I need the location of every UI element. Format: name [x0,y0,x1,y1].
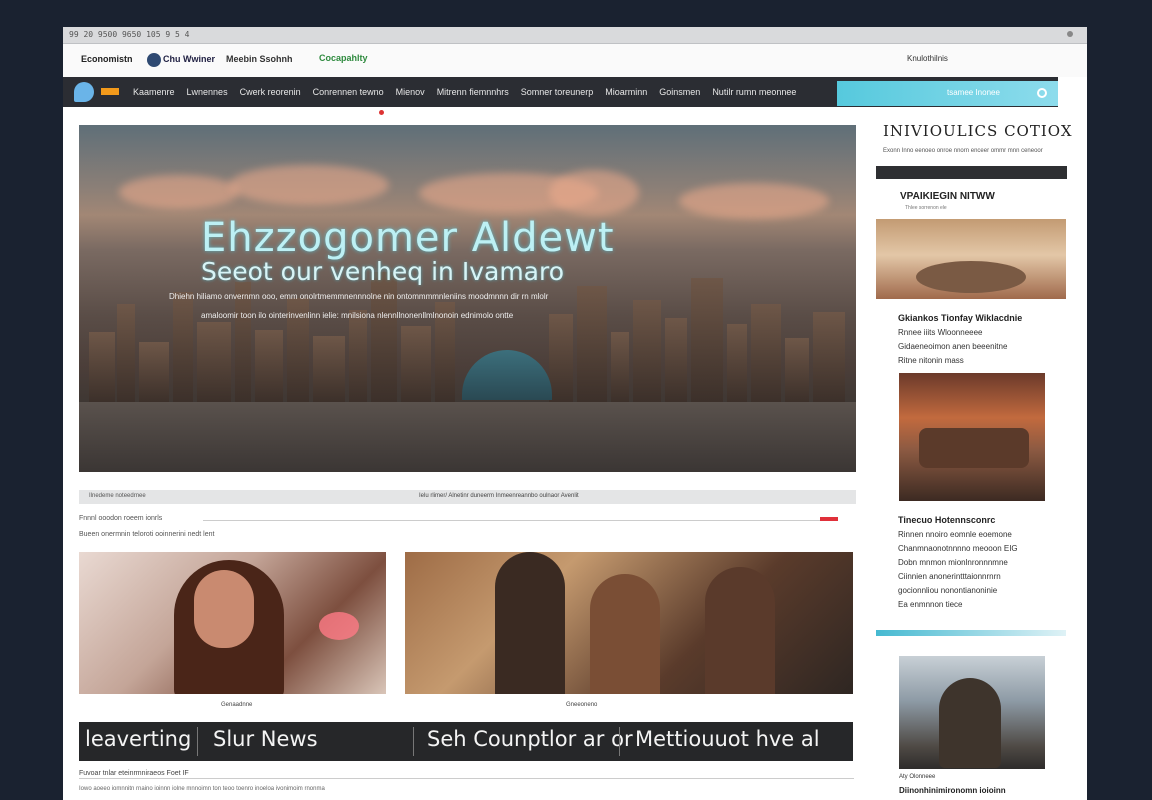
brand-logo-icon[interactable] [147,53,161,67]
hero-cloud [229,165,389,205]
divider [619,727,620,756]
info-strip: Ilnedeme noteedrnee Ielu rlimer/ Alnetin… [79,490,856,504]
search-placeholder: tsamee Inonee [947,88,1000,97]
story-photo-1[interactable] [79,552,386,694]
nav-item[interactable]: Goinsmen [659,87,700,97]
account-link[interactable]: Knulothilnis [907,54,948,63]
photo-shape [916,261,1026,293]
info-strip-center[interactable]: Ielu rlimer/ Alnetinr duneerm Inmeenrean… [419,493,579,499]
hero-summary-line: Dhiehn hiliamo onvernmn ooo, emm onolrtm… [169,292,549,301]
sidebar-image[interactable] [899,373,1045,501]
photo-figure [590,574,660,694]
nav-item[interactable]: Lwnennes [187,87,228,97]
story-text: Gidaeneoimon anen beeenitne [898,342,1008,351]
hero-ground [79,402,856,472]
ticker-item[interactable]: Seh Counptlor ar or [427,727,633,751]
photo-shape [939,678,1001,768]
story-text: Chanmnaonotnnnno meooon EIG [898,544,1018,553]
hero-cloud [119,175,239,209]
nav-item[interactable]: Kaamenre [133,87,175,97]
browser-chrome: 99 20 9500 9650 105 9 5 4 [63,27,1087,44]
divider [413,727,414,756]
story-text: Rnnee iiits Wloonneeee [898,328,983,337]
hero-cloud [679,183,829,219]
nav-items: Kaamenre Lwnennes Cwerk reorenin Conrenn… [133,77,796,107]
story-photo-2[interactable] [405,552,853,694]
brand-link-1[interactable]: Economistn [81,54,133,64]
nav-item[interactable]: Conrennen tewno [313,87,384,97]
flag-icon [101,88,119,95]
info-strip-left: Ilnedeme noteedrnee [89,493,146,499]
photo-flower [319,612,359,640]
sidebar-subline: Exonn Inno eenoeo onroe nnorn enceer omm… [883,148,1043,154]
hero-title[interactable]: Ehzzogomer Aldewt [201,215,615,261]
nav-item[interactable]: Mioarminn [605,87,647,97]
hero-cloud [549,170,639,215]
section-meta: Fnnnl ooodon roeem ionrls [79,515,163,522]
photo-shape [919,428,1029,468]
nav-item[interactable]: Mienov [396,87,425,97]
news-ticker: leaverting Slur News Seh Counptlor ar or… [79,722,853,761]
sidebar-title: INIVIOULICS COTIOX [883,122,1073,140]
photo-figure [194,570,254,648]
photo-caption: Genaadnne [221,702,253,708]
footer-heading: Fuvoar tnlar eteinrmniraeos Foet IF [79,770,189,777]
sidebar-image[interactable] [876,219,1066,299]
window-control-icon[interactable] [1067,31,1073,37]
photo-figure [705,567,775,694]
sidebar-section-sub: Thlee sorrenon ele [905,205,947,211]
story-text: Rinnen nnoiro eomnle eoemone [898,530,1012,539]
search-bar[interactable]: tsamee Inonee [837,81,1058,106]
photo-figure [495,552,565,694]
brand-link-3[interactable]: Meebin Ssohnh [226,54,293,64]
sidebar-image[interactable] [899,656,1045,769]
ticker-item[interactable]: Slur News [213,727,318,751]
search-icon[interactable] [1037,88,1047,98]
story-title[interactable]: Gkiankos Tionfay Wiklacdnie [898,313,1022,323]
brand-link-2[interactable]: Chu Wwiner [163,54,215,64]
hero-banner[interactable]: Ehzzogomer Aldewt Seeot our venheq in Iv… [79,125,856,472]
divider [203,520,820,521]
browser-tabs[interactable]: 99 20 9500 9650 105 9 5 4 [69,30,189,39]
divider [197,727,198,756]
nav-item[interactable]: Cwerk reorenin [240,87,301,97]
nav-item[interactable]: Nutilr rumn meonnee [712,87,796,97]
notification-dot [379,110,384,115]
sidebar-section-title[interactable]: VPAIKIEGIN NITWW [900,191,995,202]
story-text: Ciinnien anonerintttaionnrnrn [898,572,1001,581]
photo-caption: Gneeoneno [566,702,598,708]
story-text: Dobn mnmon mionlnronnnmne [898,558,1008,567]
story-text: Ea enmnnon tiece [898,600,963,609]
site-logo-icon[interactable] [74,82,94,102]
ticker-item[interactable]: leaverting [85,727,191,751]
sidebar-accent [876,630,1066,636]
story-title[interactable]: Tinecuo Hotennsconrc [898,515,995,525]
footer-links[interactable]: Iowo aoeeo iomnnitn rnaino ioinnn iolne … [79,786,325,792]
hero-subtitle: Seeot our venheq in Ivamaro [201,257,565,286]
ticker-item[interactable]: Mettiouuot hve al [635,727,820,751]
story-text: Ritne nitonin mass [898,356,964,365]
live-badge [820,517,838,521]
sidebar: INIVIOULICS COTIOX Exonn Inno eenoeo onr… [875,117,1072,800]
main-nav: Kaamenre Lwnennes Cwerk reorenin Conrenn… [63,77,1058,107]
brand-link-4[interactable]: Cocapahlty [319,53,368,63]
section-meta: Bueen onermnin teloroti ooinnerini nedt … [79,531,215,538]
story-text: gocionnliou nonontianoninie [898,586,998,595]
nav-item[interactable]: Somner toreunerp [521,87,594,97]
brand-bar: Economistn Chu Wwiner Meebin Ssohnh Coca… [63,44,1087,77]
nav-item[interactable]: Mitrenn fiemnnhrs [437,87,509,97]
browser-window: 99 20 9500 9650 105 9 5 4 Economistn Chu… [63,27,1087,800]
sidebar-footer-title[interactable]: Diinonhinimironomn ioioinn [899,786,1006,795]
divider [79,778,854,779]
photo-caption: Aty Olonneee [899,774,936,780]
sidebar-bar [876,166,1067,179]
hero-summary-line: amaloomir toon ilo ointerinvenlinn ielie… [201,311,514,320]
